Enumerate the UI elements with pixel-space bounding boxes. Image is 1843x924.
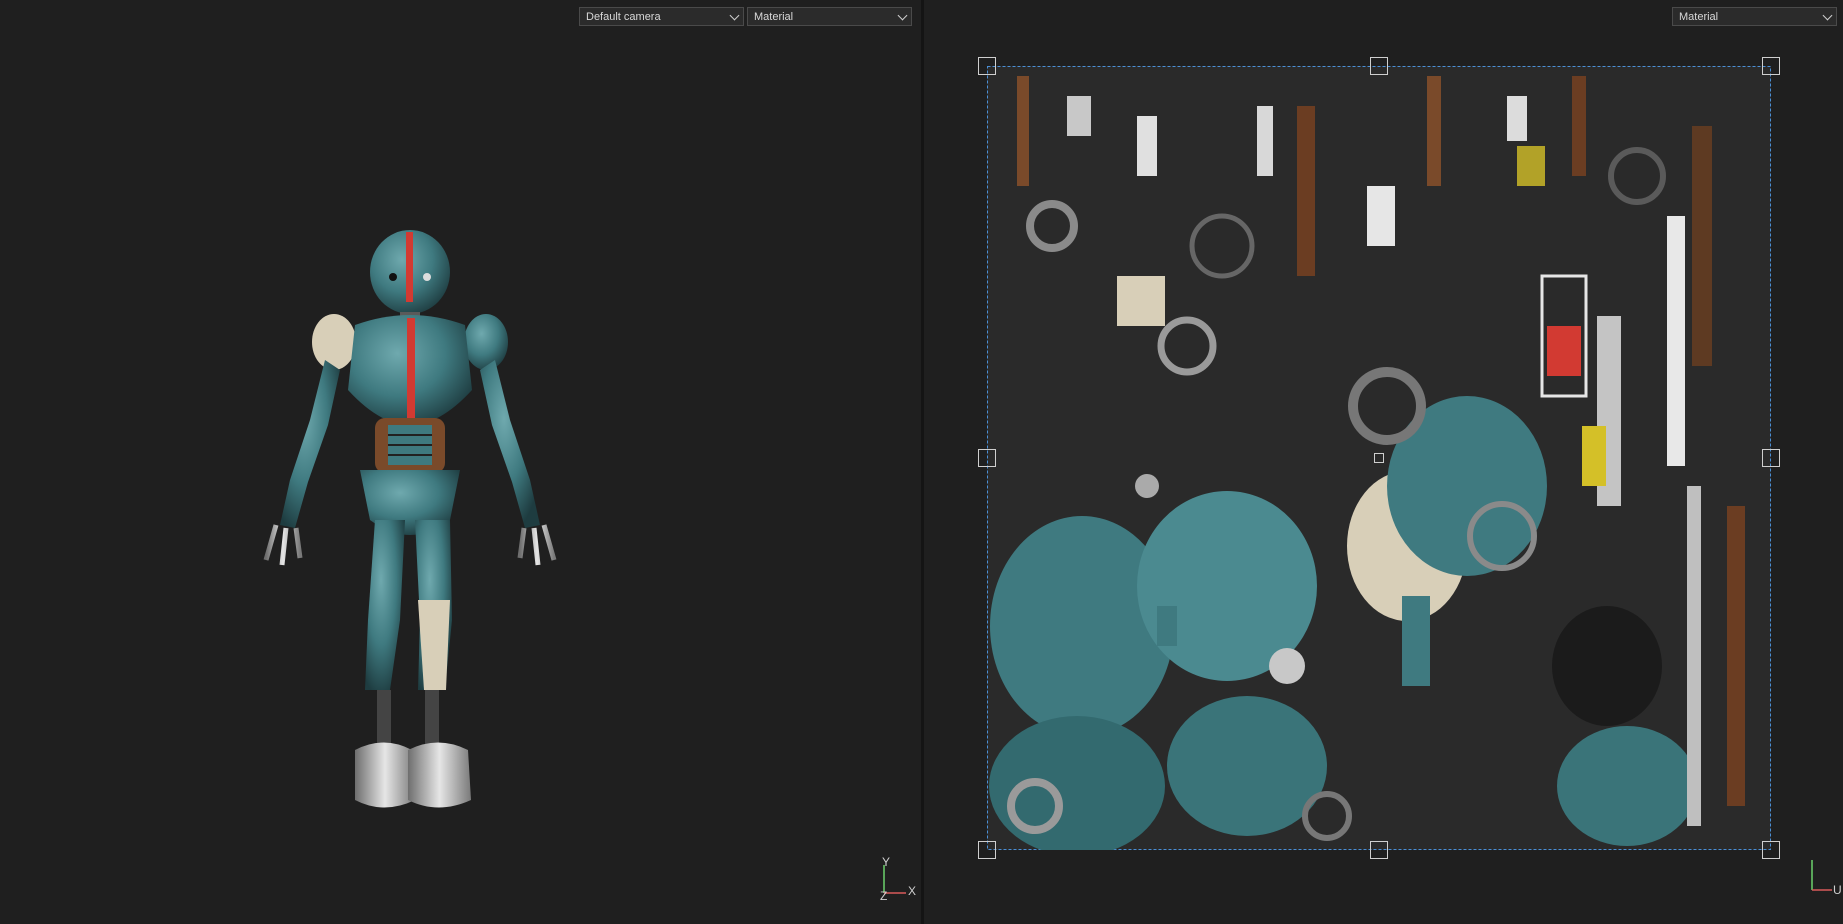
uv-handle-center[interactable] [1374, 453, 1384, 463]
uv-handle-bottom-left[interactable] [978, 841, 996, 859]
shading-mode-value: Material [754, 11, 794, 23]
uv-handle-top-center[interactable] [1370, 57, 1388, 75]
chevron-down-icon [1822, 10, 1833, 21]
axis-u-label: U [1833, 883, 1842, 897]
uv-shading-mode-value: Material [1679, 11, 1719, 23]
robot-model[interactable] [240, 220, 580, 850]
uv-handle-top-left[interactable] [978, 57, 996, 75]
uv-shading-mode-dropdown[interactable]: Material [1672, 7, 1837, 26]
uv-axis-gizmo [1806, 856, 1836, 896]
uv-handle-top-right[interactable] [1762, 57, 1780, 75]
axis-z-label: Z [880, 889, 888, 903]
shading-mode-dropdown[interactable]: Material [747, 7, 912, 26]
uv-handle-bottom-right[interactable] [1762, 841, 1780, 859]
uv-handle-middle-right[interactable] [1762, 449, 1780, 467]
chevron-down-icon [897, 10, 908, 21]
chevron-down-icon [729, 10, 740, 21]
camera-dropdown-value: Default camera [586, 11, 661, 23]
uv-handle-bottom-center[interactable] [1370, 841, 1388, 859]
camera-dropdown[interactable]: Default camera [579, 7, 744, 26]
axis-y-label: Y [882, 855, 891, 869]
axis-x-label: X [908, 884, 917, 898]
uv-handle-middle-left[interactable] [978, 449, 996, 467]
